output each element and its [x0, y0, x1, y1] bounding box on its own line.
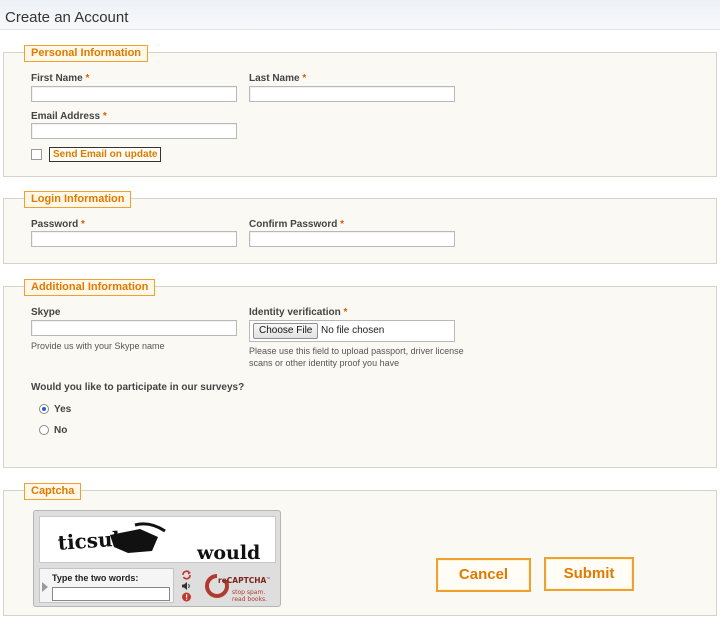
required-mark: *	[85, 73, 90, 84]
password-input[interactable]	[31, 231, 237, 247]
captcha-distorted-words: ticsuka would	[57, 522, 260, 564]
survey-yes-radio[interactable]	[39, 404, 49, 414]
captcha-word-2: would	[196, 542, 260, 564]
submit-button[interactable]: Submit	[544, 557, 634, 591]
choose-file-button[interactable]: Choose File	[253, 323, 319, 339]
page-title: Create an Account	[5, 9, 129, 26]
svg-text:stop spam.: stop spam.	[232, 589, 265, 596]
email-label: Email Address *	[31, 111, 107, 122]
help-icon[interactable]	[181, 592, 192, 602]
confirm-password-input[interactable]	[249, 231, 455, 247]
required-mark: *	[340, 219, 345, 230]
identity-verification-label: Identity verification *	[249, 307, 348, 318]
send-email-label[interactable]: Send Email on update	[49, 147, 162, 162]
login-information-legend: Login Information	[24, 191, 132, 208]
svg-text:read books.: read books.	[232, 596, 267, 603]
first-name-input[interactable]	[31, 86, 237, 102]
svg-text:™: ™	[266, 577, 271, 583]
refresh-icon[interactable]	[181, 570, 192, 580]
required-mark: *	[102, 111, 107, 122]
additional-information-section: Additional Information Skype Provide us …	[3, 279, 717, 468]
cancel-button[interactable]: Cancel	[436, 558, 531, 592]
recaptcha-logo: reCAPTCHA ™ stop spam. read books.	[205, 574, 271, 603]
file-status-text: No file chosen	[321, 325, 385, 336]
last-name-input[interactable]	[249, 86, 455, 102]
survey-no-label[interactable]: No	[54, 425, 67, 436]
captcha-section: Captcha ticsuka would Type the two words…	[3, 483, 717, 616]
confirm-password-label: Confirm Password *	[249, 219, 345, 230]
last-name-label: Last Name *	[249, 73, 307, 84]
arrow-right-icon	[42, 582, 48, 592]
svg-text:reCAPTCHA: reCAPTCHA	[218, 576, 266, 585]
skype-input[interactable]	[31, 320, 237, 336]
survey-question: Would you like to participate in our sur…	[31, 382, 245, 393]
audio-icon[interactable]	[181, 581, 192, 591]
survey-no-radio[interactable]	[39, 425, 49, 435]
required-mark: *	[302, 73, 307, 84]
send-email-checkbox[interactable]	[31, 149, 42, 160]
additional-information-legend: Additional Information	[24, 279, 156, 296]
captcha-response-input[interactable]	[52, 587, 170, 601]
required-mark: *	[343, 307, 348, 318]
identity-hint: Please use this field to upload passport…	[249, 346, 464, 368]
recaptcha-widget: ticsuka would Type the two words: reCAPT…	[33, 510, 281, 607]
page-header: Create an Account	[0, 0, 720, 30]
email-input[interactable]	[31, 123, 237, 139]
captcha-tools	[178, 568, 196, 603]
identity-file-input[interactable]: Choose File No file chosen	[249, 320, 455, 342]
required-mark: *	[81, 219, 85, 230]
captcha-legend: Captcha	[24, 483, 82, 500]
personal-information-legend: Personal Information	[24, 45, 149, 62]
captcha-answer-panel: Type the two words:	[39, 568, 174, 603]
skype-label: Skype	[31, 307, 61, 318]
login-information-section: Login Information Password * Confirm Pas…	[3, 191, 717, 264]
skype-hint: Provide us with your Skype name	[31, 341, 165, 351]
captcha-prompt: Type the two words:	[52, 573, 139, 583]
captcha-image: ticsuka would	[39, 516, 276, 564]
survey-yes-label[interactable]: Yes	[54, 404, 71, 415]
personal-information-section: Personal Information First Name * Last N…	[3, 45, 717, 177]
password-label: Password *	[31, 219, 85, 230]
first-name-label: First Name *	[31, 73, 90, 84]
